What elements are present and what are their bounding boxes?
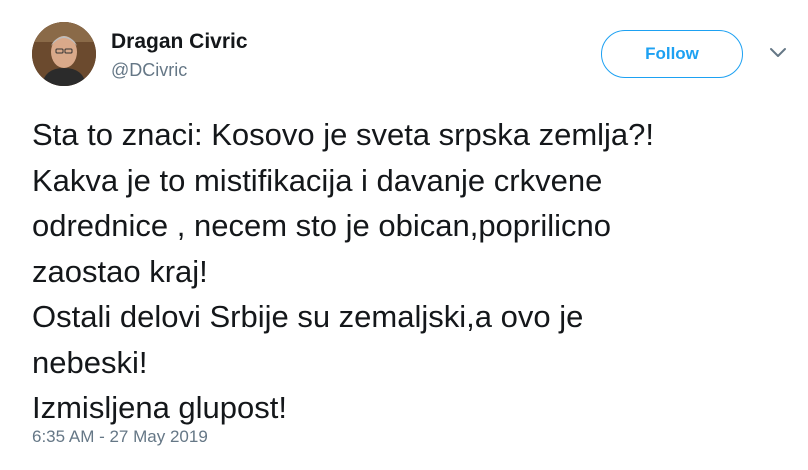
tweet-text-line: nebeski! [32, 344, 148, 380]
chevron-down-icon[interactable] [768, 46, 788, 60]
tweet-text-line: Ostali delovi Srbije su zemaljski,a ovo … [32, 299, 584, 334]
tweet-timestamp[interactable]: 6:35 AM - 27 May 2019 [32, 427, 208, 447]
profile-photo-icon [32, 22, 96, 86]
author-name[interactable]: Dragan Civric [111, 30, 248, 54]
tweet-card: Dragan Civric @DCivric Follow Sta to zna… [0, 0, 808, 470]
tweet-text-line: Izmisljena glupost! [32, 390, 288, 425]
tweet-text-line: Sta to znaci: Kosovo je sveta srpska zem… [32, 117, 655, 152]
tweet-text-line: Kakva je to mistifikacija i davanje crkv… [32, 162, 603, 198]
author-handle[interactable]: @DCivric [111, 60, 187, 81]
avatar[interactable] [32, 22, 96, 86]
follow-button[interactable]: Follow [601, 30, 743, 78]
tweet-text-line: odrednice , necem sto je obican,poprilic… [32, 208, 612, 243]
tweet-text: Sta to znaci: Kosovo je sveta srpska zem… [32, 112, 792, 431]
tweet-text-line: zaostao kraj! [32, 253, 208, 289]
